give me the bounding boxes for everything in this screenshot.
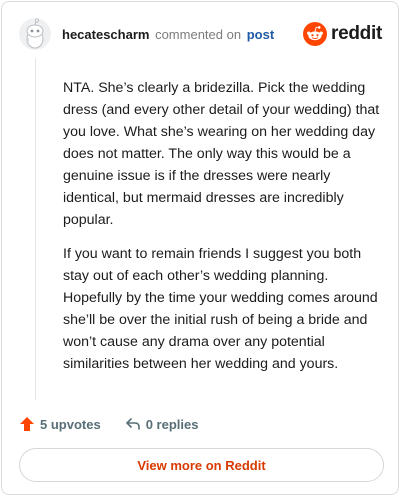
snoo-avatar-icon — [19, 18, 51, 50]
reply-button[interactable]: 0 replies — [125, 416, 199, 432]
comment-paragraph: NTA. She’s clearly a bridezilla. Pick th… — [63, 80, 380, 228]
reddit-wordmark: reddit — [331, 23, 382, 44]
upvote-arrow-icon — [20, 417, 34, 431]
reply-count: 0 replies — [145, 416, 199, 432]
author-name[interactable]: hecatescharm — [62, 27, 149, 42]
reddit-logo-icon — [303, 22, 328, 46]
comment-embed-card: hecatescharm commented on post reddit NT… — [1, 1, 399, 495]
reddit-brand[interactable]: reddit — [303, 22, 382, 46]
comment-paragraph: If you want to remain friends I suggest … — [63, 246, 378, 372]
upvote-count: 5 upvotes — [40, 416, 101, 432]
view-more-button[interactable]: View more on Reddit — [19, 448, 384, 482]
reply-arrow-icon — [125, 418, 140, 430]
action-text: commented on — [155, 27, 242, 42]
post-link[interactable]: post — [247, 27, 274, 42]
comment-actions: 5 upvotes 0 replies — [19, 416, 198, 432]
avatar[interactable] — [19, 18, 51, 50]
comment-header: hecatescharm commented on post — [62, 27, 274, 43]
comment-body: NTA. She’s clearly a bridezilla. Pick th… — [63, 77, 383, 387]
upvote-button[interactable]: 5 upvotes — [19, 416, 101, 432]
thread-line — [35, 58, 36, 400]
